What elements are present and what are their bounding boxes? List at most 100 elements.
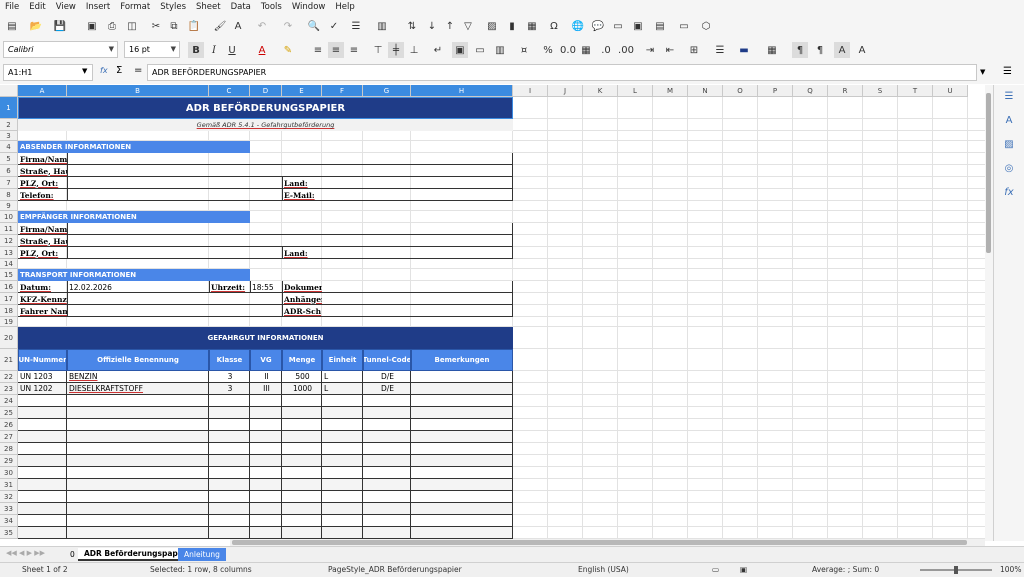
formula-input[interactable]: ADR BEFÖRDERUNGSPAPIER [147,64,977,81]
formula-icon[interactable]: = [134,65,142,76]
table-cell[interactable] [363,431,411,443]
functions-icon[interactable]: fx [1002,187,1016,201]
table-cell[interactable] [282,419,322,431]
table-cell[interactable] [67,455,209,467]
row-header[interactable]: 10 [0,211,18,223]
font-color-icon[interactable]: A [254,42,270,58]
table-cell[interactable] [363,479,411,491]
column-header[interactable]: E [282,85,322,97]
align-left-icon[interactable]: ≡ [310,42,326,58]
table-cell[interactable] [67,419,209,431]
column-header[interactable]: L [618,85,653,97]
row-header[interactable]: 16 [0,281,18,293]
table-cell[interactable] [209,395,250,407]
row-header[interactable]: 20 [0,327,18,349]
table-cell[interactable] [282,443,322,455]
align-top-icon[interactable]: ⊤ [370,42,386,58]
table-cell[interactable] [67,479,209,491]
table-cell[interactable]: D/E [363,371,411,383]
table-cell[interactable] [322,443,363,455]
table-cell[interactable] [282,503,322,515]
zoom-slider[interactable] [920,566,992,574]
table-cell[interactable]: 3 [209,383,250,395]
sort-icon[interactable]: ⇅ [404,18,420,34]
expand-formula-icon[interactable]: ▼ [980,68,985,76]
table-cell[interactable] [322,491,363,503]
chevron-down-icon[interactable]: ▼ [109,45,114,53]
table-cell[interactable] [250,407,282,419]
table-cell[interactable] [209,407,250,419]
table-cell[interactable] [18,395,67,407]
underline-icon[interactable]: U [224,42,240,58]
table-cell[interactable] [322,503,363,515]
row-header[interactable]: 4 [0,141,18,153]
row-header[interactable]: 14 [0,259,18,269]
table-cell[interactable] [18,431,67,443]
table-cell[interactable] [18,515,67,527]
redo-icon[interactable]: ↷ [280,18,296,34]
table-cell[interactable] [209,455,250,467]
row-header[interactable]: 9 [0,201,18,211]
table-cell[interactable] [18,419,67,431]
properties-icon[interactable]: ☰ [1002,91,1016,105]
menu-item[interactable]: View [51,2,81,12]
currency-format-icon[interactable]: ¤ [516,42,532,58]
table-cell[interactable] [282,467,322,479]
table-cell[interactable] [411,515,513,527]
conditional-format-icon[interactable]: ▦ [764,42,780,58]
selection-mode-icon[interactable]: ▭ [712,565,719,574]
table-cell[interactable]: L [322,383,363,395]
zoom-level[interactable]: 100% [1000,565,1021,574]
border-color-icon[interactable]: ▬ [736,42,752,58]
menu-item[interactable]: File [0,2,24,12]
table-cell[interactable] [322,467,363,479]
chevron-down-icon[interactable]: ▼ [82,67,87,75]
menu-item[interactable]: Window [287,2,331,12]
scroll-thumb[interactable] [986,93,991,253]
table-cell[interactable] [250,455,282,467]
styles-icon[interactable]: A [1002,115,1016,129]
print-icon[interactable]: ⎙ [104,18,120,34]
define-print-area-icon[interactable]: ▣ [630,18,646,34]
table-cell[interactable] [209,503,250,515]
page-style[interactable]: PageStyle_ADR Beförderungspapier [328,565,462,574]
percent-format-icon[interactable]: % [540,42,556,58]
row-header[interactable]: 11 [0,223,18,235]
table-cell[interactable] [363,407,411,419]
autofilter-icon[interactable]: ▽ [460,18,476,34]
scroll-thumb[interactable] [232,540,967,545]
table-cell[interactable] [67,515,209,527]
table-cell[interactable] [322,431,363,443]
table-cell[interactable] [67,395,209,407]
menu-item[interactable]: Format [115,2,155,12]
hyperlink-icon[interactable]: 🌐 [570,18,586,34]
table-cell[interactable] [250,515,282,527]
row-header[interactable]: 1 [0,97,18,119]
table-cell[interactable] [322,395,363,407]
column-header[interactable]: M [653,85,688,97]
table-cell[interactable] [18,407,67,419]
zoom-handle[interactable] [954,566,958,574]
column-header[interactable]: C [209,85,250,97]
table-cell[interactable] [282,479,322,491]
table-cell[interactable] [411,527,513,539]
nav-arrows-icon[interactable]: ◀◀ ◀ ▶ ▶▶ [6,549,45,557]
column-header[interactable]: T [898,85,933,97]
sum-status[interactable]: Average: ; Sum: 0 [812,565,879,574]
navigator-icon[interactable]: ◎ [1002,163,1016,177]
row-header[interactable]: 31 [0,479,18,491]
export-pdf-icon[interactable]: ▣ [84,18,100,34]
spreadsheet-grid[interactable]: A B C D E F G H I J K L M N O P Q R S T U 1 2 3 4 5 6 7 8 9 10 11 12 13 14… [0,85,985,539]
unmerge-icon[interactable]: ▭ [472,42,488,58]
column-header[interactable]: J [548,85,583,97]
new-document-icon[interactable]: ▤ [4,18,20,34]
menu-item[interactable]: Styles [155,2,191,12]
table-cell[interactable] [209,419,250,431]
column-header[interactable]: F [322,85,363,97]
row-header[interactable]: 15 [0,269,18,281]
table-cell[interactable] [411,419,513,431]
menu-item[interactable]: Tools [256,2,287,12]
sort-descending-icon[interactable]: ↑ [442,18,458,34]
column-header[interactable]: B [67,85,209,97]
row-header[interactable]: 30 [0,467,18,479]
